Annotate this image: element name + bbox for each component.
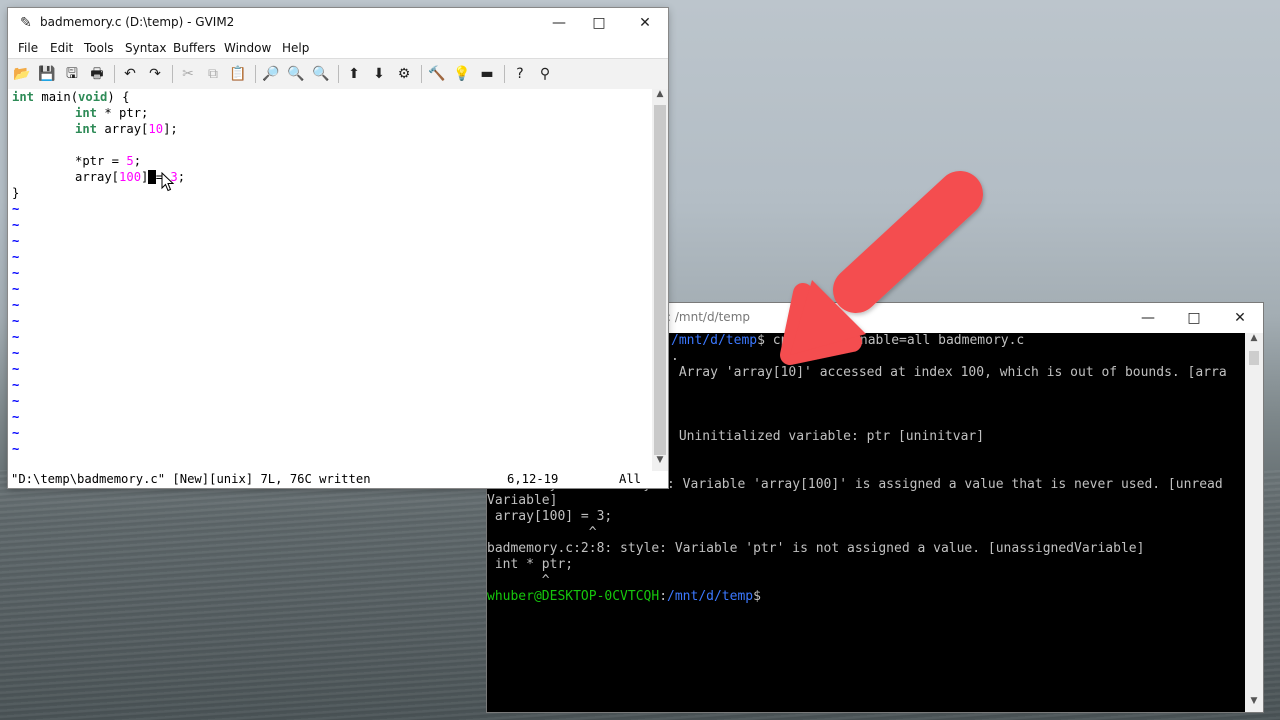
- scroll-up-icon[interactable]: ▲: [652, 89, 668, 105]
- empty-line-marker: ~: [12, 426, 20, 440]
- redo-icon[interactable]: ↷: [145, 64, 165, 84]
- gvim-title: badmemory.c (D:\temp) - GVIM2: [40, 15, 235, 29]
- terminal-line: int * ptr;: [487, 557, 574, 572]
- empty-line-marker: ~: [12, 346, 20, 360]
- terminal-prompt: whuber@DESKTOP-0CVTCQH:/mnt/d/temp$: [487, 589, 761, 604]
- load-session-icon[interactable]: ⬆: [344, 64, 364, 84]
- prompt-user: whuber@DESKTOP-0CVTCQH: [487, 589, 660, 604]
- find-prev-icon[interactable]: 🔍: [311, 64, 331, 84]
- terminal-minimize-button[interactable]: —: [1125, 303, 1171, 333]
- toolbar-separator: [255, 65, 256, 83]
- scroll-down-icon[interactable]: ▼: [652, 455, 668, 471]
- empty-line-marker: ~: [12, 378, 20, 392]
- terminal-line: Array 'array[10]' accessed at index 100,…: [671, 365, 1227, 380]
- terminal-line: Uninitialized variable: ptr [uninitvar]: [671, 429, 985, 444]
- toolbar-separator: [172, 65, 173, 83]
- print-icon[interactable]: 🖶: [87, 64, 107, 84]
- save-icon[interactable]: 💾: [37, 64, 57, 84]
- gvim-maximize-button[interactable]: □: [576, 8, 622, 38]
- terminal-maximize-button[interactable]: □: [1171, 303, 1217, 333]
- gvim-toolbar: 📂 💾 🖫 🖶 ↶ ↷ ✂ ⧉ 📋 🔎 🔍 🔍 ⬆ ⬇ ⚙ 🔨 💡 ▬ ? ⚲: [8, 58, 668, 90]
- terminal-title: : /mnt/d/temp: [667, 310, 750, 324]
- menu-window[interactable]: Window: [224, 41, 271, 55]
- cursor-position: 6,12-19: [507, 472, 559, 486]
- shell-icon[interactable]: 💡: [452, 64, 472, 84]
- empty-line-marker: ~: [12, 234, 20, 248]
- toolbar-separator: [504, 65, 505, 83]
- code-editor[interactable]: int main(void) { int * ptr; int array[10…: [8, 89, 652, 471]
- vim-app-icon: ✎: [20, 15, 32, 31]
- open-icon[interactable]: 📂: [12, 64, 32, 84]
- gvim-menubar: File Edit Tools Syntax Buffers Window He…: [8, 38, 668, 58]
- paste-icon[interactable]: 📋: [228, 64, 248, 84]
- gvim-scrollbar[interactable]: ▲ ▼: [652, 89, 668, 471]
- terminal-line: Variable]: [487, 493, 558, 508]
- save-session-icon[interactable]: ⬇: [369, 64, 389, 84]
- vim-command-line[interactable]: "D:\temp\badmemory.c" [New][unix] 7L, 76…: [8, 471, 668, 488]
- empty-line-marker: ~: [12, 442, 20, 456]
- help-icon[interactable]: ?: [510, 64, 530, 84]
- menu-file[interactable]: File: [18, 41, 38, 55]
- terminal-line: .: [671, 349, 679, 364]
- empty-line-marker: ~: [12, 362, 20, 376]
- menu-buffers[interactable]: Buffers: [173, 41, 216, 55]
- menu-help[interactable]: Help: [282, 41, 309, 55]
- menu-edit[interactable]: Edit: [50, 41, 73, 55]
- scroll-up-icon[interactable]: ▲: [1245, 333, 1263, 349]
- copy-icon[interactable]: ⧉: [203, 64, 223, 84]
- code-line: int array[10];: [75, 122, 178, 136]
- cut-icon[interactable]: ✂: [178, 64, 198, 84]
- text-cursor: [148, 170, 156, 184]
- terminal-line: badmemory.c:2:8: style: Variable 'ptr' i…: [487, 541, 1145, 556]
- scroll-position: All: [619, 472, 642, 486]
- menu-tools[interactable]: Tools: [84, 41, 114, 55]
- menu-syntax[interactable]: Syntax: [125, 41, 166, 55]
- gvim-close-button[interactable]: ✕: [622, 8, 668, 38]
- make-icon[interactable]: 🔨: [427, 64, 447, 84]
- find-replace-icon[interactable]: 🔎: [261, 64, 281, 84]
- terminal-scrollbar-thumb[interactable]: [1249, 351, 1259, 365]
- empty-line-marker: ~: [12, 298, 20, 312]
- toolbar-separator: [114, 65, 115, 83]
- status-message: "D:\temp\badmemory.c" [New][unix] 7L, 76…: [11, 472, 371, 486]
- empty-line-marker: ~: [12, 410, 20, 424]
- code-line: int * ptr;: [75, 106, 149, 120]
- code-line: }: [12, 186, 20, 200]
- code-line: *ptr = 5;: [75, 154, 142, 168]
- find-help-icon[interactable]: ⚲: [535, 64, 555, 84]
- empty-line-marker: ~: [12, 250, 20, 264]
- gvim-titlebar[interactable]: ✎ badmemory.c (D:\temp) - GVIM2 — □ ✕: [8, 8, 668, 38]
- toolbar-separator: [338, 65, 339, 83]
- scroll-down-icon[interactable]: ▼: [1245, 696, 1263, 712]
- gvim-scrollbar-thumb[interactable]: [654, 105, 666, 455]
- gvim-window[interactable]: ✎ badmemory.c (D:\temp) - GVIM2 — □ ✕ Fi…: [8, 8, 668, 488]
- terminal-line: ^: [487, 525, 597, 540]
- empty-line-marker: ~: [12, 314, 20, 328]
- empty-line-marker: ~: [12, 266, 20, 280]
- empty-line-marker: ~: [12, 202, 20, 216]
- find-next-icon[interactable]: 🔍: [286, 64, 306, 84]
- terminal-scrollbar[interactable]: ▲ ▼: [1245, 333, 1263, 712]
- save-all-icon[interactable]: 🖫: [62, 64, 82, 84]
- code-line: int main(void) {: [12, 90, 130, 104]
- mouse-pointer-icon: [161, 172, 175, 192]
- empty-line-marker: ~: [12, 282, 20, 296]
- terminal-line: ^: [487, 573, 550, 588]
- toolbar-separator: [421, 65, 422, 83]
- terminal-line: array[100] = 3;: [487, 509, 613, 524]
- undo-icon[interactable]: ↶: [120, 64, 140, 84]
- empty-line-marker: ~: [12, 394, 20, 408]
- run-script-icon[interactable]: ⚙: [394, 64, 414, 84]
- terminal-close-button[interactable]: ✕: [1217, 303, 1263, 333]
- prompt-path: /mnt/d/temp: [667, 589, 754, 604]
- tags-icon[interactable]: ▬: [477, 64, 497, 84]
- empty-line-marker: ~: [12, 218, 20, 232]
- empty-line-marker: ~: [12, 330, 20, 344]
